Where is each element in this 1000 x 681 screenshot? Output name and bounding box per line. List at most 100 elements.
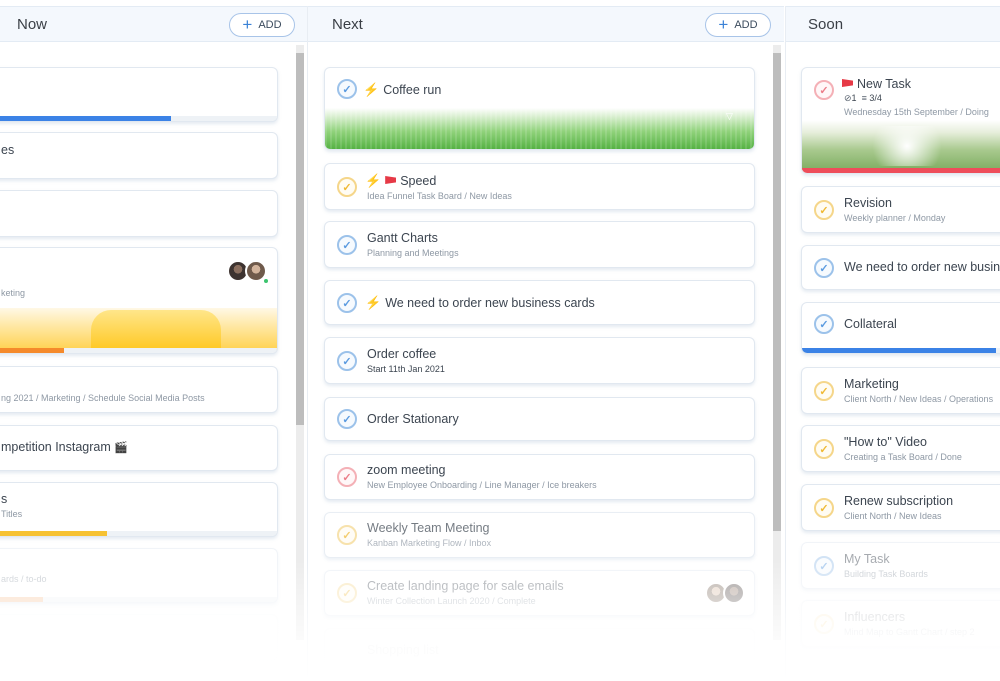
task-card[interactable]: ✓ Marketing Client North / New Ideas / O… [801, 367, 1000, 414]
task-card[interactable]: keting ▽ [0, 247, 278, 354]
task-card[interactable]: ✓ Order coffee Start 11th Jan 2021 [324, 337, 755, 384]
task-card[interactable]: ✓ Gantt Charts Planning and Meetings [324, 221, 755, 268]
check-icon[interactable]: ✓ [337, 79, 357, 99]
task-card[interactable]: ✓ ⚡ We need to order new business cards [324, 280, 755, 325]
chevron-down-icon[interactable]: ▽ [726, 111, 733, 122]
online-indicator [263, 278, 269, 284]
card-subtitle: Planning and Meetings [367, 248, 459, 258]
column-header-next: Next + ADD [308, 6, 784, 42]
card-title: Order Stationary [367, 412, 459, 426]
task-card[interactable] [0, 67, 278, 122]
cover-shape [91, 310, 221, 350]
task-card[interactable]: ✓ Collateral [801, 302, 1000, 354]
scrollbar-now[interactable] [296, 45, 304, 640]
task-card[interactable]: ✓ We need to order new business cards [801, 245, 1000, 290]
flag-icon [385, 176, 397, 184]
task-card[interactable]: ✓ Renew subscription Client North / New … [801, 484, 1000, 531]
card-cover-image [802, 120, 1000, 170]
task-card[interactable]: ✓ ⚡ Coffee run ▽ [324, 67, 755, 150]
check-icon[interactable]: ✓ [337, 235, 357, 255]
scrollbar-next[interactable] [773, 45, 781, 640]
card-subtitle: Winter Collection Launch 2020 / Complete [367, 596, 536, 606]
clapperboard-icon: 🎬 [114, 442, 128, 454]
check-icon[interactable]: ✓ [814, 200, 834, 220]
check-icon[interactable]: ✓ [814, 614, 834, 634]
card-title: ⚡ Coffee run [363, 82, 441, 98]
task-card[interactable]: ✓ zoom meeting New Employee Onboarding /… [324, 454, 755, 500]
task-card[interactable]: es [0, 132, 278, 179]
scrollbar-thumb[interactable] [296, 53, 304, 425]
task-card[interactable]: ✓ Influencers Mind Map to Gantt Chart / … [801, 600, 1000, 647]
card-subtitle: Weekly planner / Monday [844, 213, 946, 223]
task-card[interactable]: ✓ Weekly Team Meeting Kanban Marketing F… [324, 512, 755, 558]
card-title: My Task [844, 552, 890, 566]
progress-bar [802, 168, 1000, 173]
card-title: Influencers [844, 610, 906, 624]
task-card[interactable] [0, 614, 278, 661]
check-icon[interactable]: ✓ [814, 498, 834, 518]
check-icon[interactable]: ✓ [337, 177, 357, 197]
flag-icon [842, 79, 853, 87]
column-body-now: es keting ▽ ng 2021 / Marketing / Schedu… [0, 42, 307, 681]
check-icon[interactable]: ✓ [337, 525, 357, 545]
check-icon[interactable]: ✓ [337, 467, 357, 487]
card-meta: ⊘1 ≡ 3/4 [844, 93, 882, 104]
check-icon[interactable]: ✓ [337, 351, 357, 371]
column-header-now: Now + ADD [0, 6, 307, 42]
bolt-icon: ⚡ [365, 295, 382, 310]
add-label: ADD [734, 19, 758, 31]
task-card[interactable]: ✓ Revision Weekly planner / Monday [801, 186, 1000, 233]
plus-icon: + [242, 14, 253, 34]
attachment-count: 1 [851, 93, 857, 103]
card-subtitle: Building Task Boards [844, 569, 928, 579]
card-subtitle: ards / to-do [1, 574, 47, 584]
task-card[interactable]: ng 2021 / Marketing / Schedule Social Me… [0, 366, 278, 413]
card-title: Order coffee [367, 347, 437, 361]
add-card-button-next[interactable]: + ADD [705, 13, 771, 37]
task-card[interactable]: ✓ New Task ⊘1 ≡ 3/4 Wednesday 15th Septe… [801, 67, 1000, 174]
card-title: Gantt Charts [367, 231, 438, 245]
task-card[interactable]: mpetition Instagram 🎬 [0, 425, 278, 471]
card-title-text: Coffee run [383, 83, 442, 97]
check-icon[interactable]: ✓ [814, 439, 834, 459]
card-title-text: Speed [400, 174, 437, 188]
add-card-button-now[interactable]: + ADD [229, 13, 295, 37]
card-subtitle: keting [1, 288, 26, 298]
task-card[interactable]: ✓ "How to" Video Creating a Task Board /… [801, 425, 1000, 472]
card-title: "How to" Video [844, 435, 927, 449]
task-card[interactable]: s Titles [0, 482, 278, 537]
card-title: mpetition Instagram 🎬 [1, 440, 128, 454]
kanban-board: Now + ADD es keting ▽ [0, 0, 1000, 681]
card-cover-image [325, 108, 754, 149]
checklist-count: 3/4 [869, 93, 882, 103]
card-subtitle: Client North / New Ideas [844, 511, 942, 521]
check-icon[interactable]: ✓ [337, 583, 357, 603]
task-card[interactable] [0, 190, 278, 237]
column-title-next: Next [332, 16, 363, 33]
task-card[interactable]: ards / to-do [0, 548, 278, 603]
check-icon[interactable]: ✓ [337, 293, 357, 313]
check-icon[interactable]: ✓ [337, 409, 357, 429]
card-title: zoom meeting [367, 463, 446, 477]
check-icon[interactable]: ✓ [814, 314, 834, 334]
card-cover-image [0, 308, 277, 350]
avatar [723, 582, 745, 604]
task-card[interactable]: ✓ ⚡ Speed Idea Funnel Task Board / New Id… [324, 163, 755, 210]
task-card[interactable]: Shopping list [324, 628, 755, 674]
task-card[interactable]: ✓ My Task Building Task Boards [801, 542, 1000, 589]
check-icon[interactable]: ✓ [814, 556, 834, 576]
check-icon[interactable]: ✓ [814, 381, 834, 401]
task-card[interactable]: ✓ Create landing page for sale emails Wi… [324, 570, 755, 616]
check-icon[interactable]: ✓ [814, 80, 834, 100]
task-card[interactable]: ✓ Order Stationary [324, 397, 755, 441]
column-title-now: Now [17, 16, 48, 33]
scrollbar-thumb[interactable] [773, 53, 781, 531]
card-title-text: We need to order new business cards [385, 296, 595, 310]
card-title: New Task [842, 77, 911, 91]
bolt-icon: ⚡ [363, 82, 380, 97]
card-title: Collateral [844, 317, 897, 331]
card-title: Create landing page for sale emails [367, 579, 564, 593]
card-subtitle: Mind Map to Gantt Chart / step 2 [844, 627, 975, 637]
check-icon[interactable]: ✓ [814, 258, 834, 278]
card-title: ⚡ We need to order new business cards [365, 295, 595, 311]
